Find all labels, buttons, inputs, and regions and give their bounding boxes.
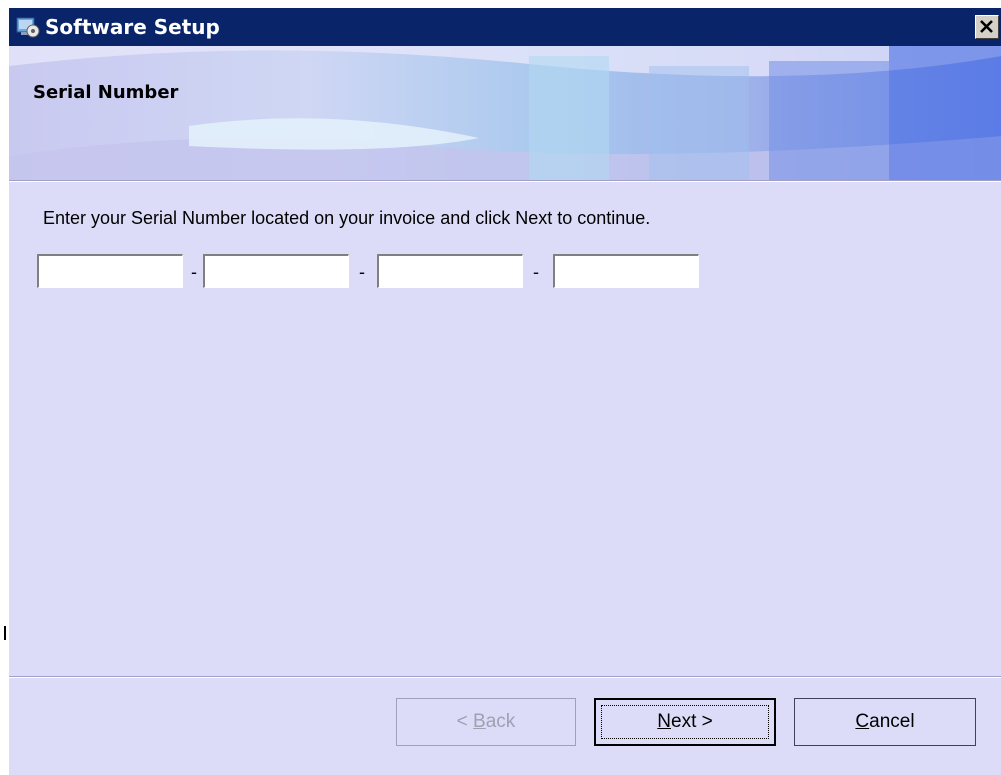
serial-field-1[interactable] (37, 254, 183, 288)
cancel-button-label: Cancel (855, 711, 915, 732)
back-button-label: < Back (456, 711, 516, 732)
close-button[interactable] (975, 15, 999, 39)
header-banner: Serial Number (9, 46, 1001, 180)
serial-field-4[interactable] (553, 254, 699, 288)
serial-separator: - (191, 262, 197, 282)
cancel-button[interactable]: Cancel (794, 698, 976, 746)
banner-artwork (9, 46, 1001, 180)
instruction-text: Enter your Serial Number located on your… (43, 208, 651, 228)
serial-field-2[interactable] (203, 254, 349, 288)
setup-dialog: Software Setup Serial Number Enter your … (8, 8, 1001, 775)
focus-indicator (601, 705, 769, 739)
close-icon (980, 20, 993, 33)
serial-field-3[interactable] (377, 254, 523, 288)
serial-separator: - (533, 262, 539, 282)
edge-marker (4, 626, 6, 640)
back-button[interactable]: < Back (396, 698, 576, 746)
title-bar[interactable]: Software Setup (9, 8, 1001, 46)
serial-separator: - (359, 262, 365, 282)
header-divider (9, 180, 1001, 182)
setup-package-icon (16, 17, 40, 38)
page-heading: Serial Number (33, 82, 179, 103)
next-button[interactable]: Next > (594, 698, 776, 746)
footer-divider (9, 676, 1001, 678)
window-title: Software Setup (45, 15, 220, 39)
